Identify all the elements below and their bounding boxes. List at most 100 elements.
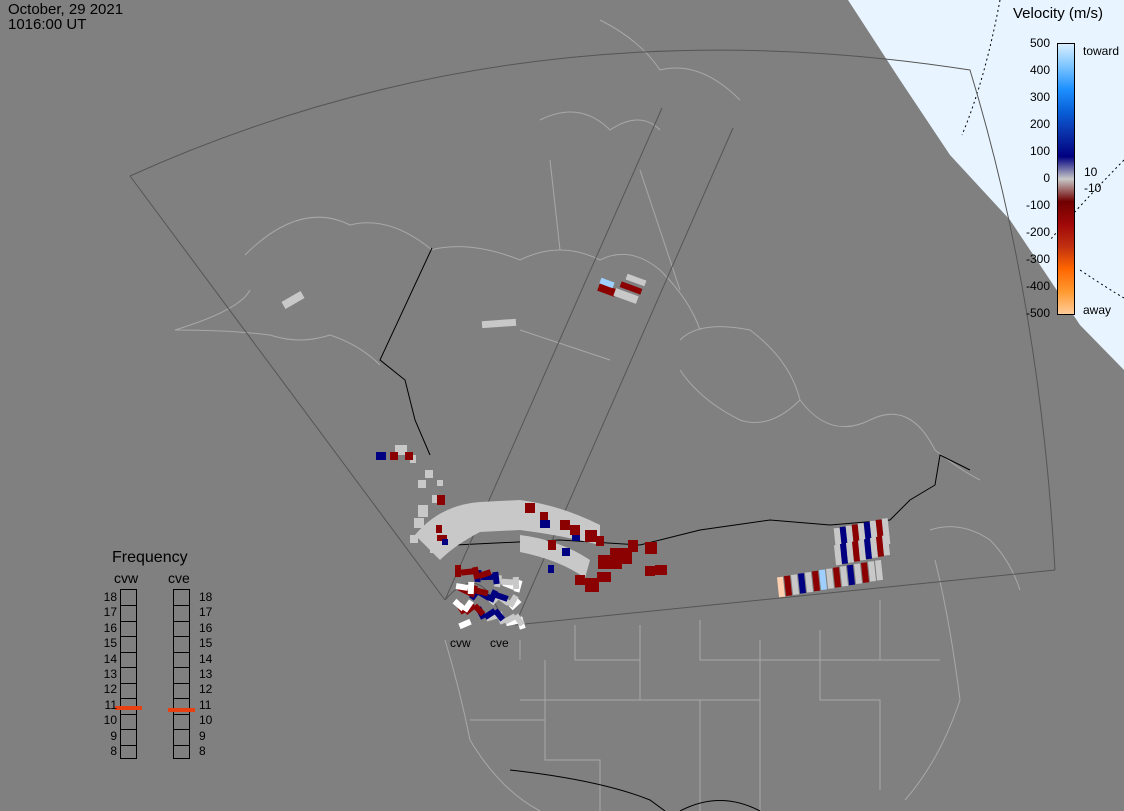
coastlines [174, 19, 1021, 811]
velocity-cell [797, 573, 807, 594]
frequency-level-label: 10 [103, 713, 117, 728]
velocity-cell [585, 578, 599, 592]
velocity-cell [455, 565, 461, 577]
velocity-cell [825, 568, 835, 589]
velocity-cell [572, 535, 580, 541]
frequency-gridline [174, 729, 189, 731]
velocity-cell [585, 530, 597, 542]
velocity-cell [281, 291, 305, 309]
velocity-cell [548, 540, 556, 550]
velocity-cell [436, 525, 442, 533]
velocity-cell [867, 561, 877, 582]
frequency-gridline [121, 620, 136, 622]
velocity-cell [540, 520, 550, 528]
velocity-cell [874, 559, 884, 581]
colorbar-tick-label: 200 [1029, 117, 1050, 131]
frequency-level-label: 8 [199, 744, 206, 759]
frequency-marker-cve [168, 707, 195, 712]
velocity-cell [492, 571, 500, 585]
velocity-cell [832, 567, 842, 588]
frequency-gridline [121, 729, 136, 731]
velocity-cell [548, 565, 554, 573]
frequency-level-label: 18 [199, 589, 213, 604]
frequency-gridline [121, 713, 136, 715]
velocity-cell [575, 575, 585, 585]
velocity-cell [467, 581, 475, 595]
frequency-level-label: 10 [199, 713, 213, 728]
colorbar-title: Velocity (m/s) [1013, 5, 1104, 22]
velocity-cell [458, 618, 472, 630]
velocity-cell [460, 568, 474, 576]
velocity-cell [410, 535, 418, 543]
frequency-level-label: 11 [199, 697, 212, 712]
frequency-level-label: 8 [110, 744, 117, 759]
colorbar-away-label: away [1083, 303, 1112, 317]
velocity-cell [442, 539, 448, 545]
frequency-level-label: 11 [104, 697, 117, 712]
velocity-cell [425, 470, 433, 478]
velocity-cell [390, 452, 398, 460]
frequency-gridline [174, 744, 189, 746]
frequency-level-label: 14 [199, 651, 213, 666]
velocity-cell [437, 480, 443, 486]
velocity-cell [420, 530, 432, 538]
velocity-cell [414, 518, 424, 528]
velocity-cell [776, 576, 786, 598]
colorbar-tick-label: 0 [1043, 171, 1050, 185]
velocity-cell [783, 575, 793, 597]
colorbar-tick-label: 300 [1029, 90, 1050, 104]
velocity-cell [645, 542, 657, 554]
velocity-cell [839, 565, 849, 587]
velocity-cell [481, 318, 517, 329]
velocity-cell [430, 545, 438, 553]
timestamp-time: 1016:00 UT [8, 16, 87, 33]
frequency-title: Frequency [112, 549, 188, 566]
frequency-gridline [174, 620, 189, 622]
frequency-radar-cve: cve [168, 570, 190, 586]
frequency-gridline [121, 698, 136, 700]
velocity-cell [790, 574, 800, 595]
velocity-cell [860, 562, 870, 583]
velocity-cell [655, 565, 667, 575]
colorbar-tick-label: 500 [1029, 36, 1050, 50]
frequency-level-label: 18 [103, 589, 117, 604]
colorbar-tick-label: 400 [1029, 63, 1050, 77]
frequency-level-label: 15 [199, 636, 213, 651]
colorbar-tick-label: -400 [1025, 279, 1050, 293]
velocity-cell [418, 480, 426, 488]
velocity-cell [597, 572, 611, 582]
velocity-cell [376, 452, 386, 460]
velocity-cell [645, 566, 655, 576]
frequency-gridline [174, 698, 189, 700]
frequency-level-label: 12 [199, 682, 213, 697]
colorbar-plus10-label: 10 [1084, 165, 1098, 179]
frequency-gridline [174, 713, 189, 715]
frequency-level-label: 13 [103, 667, 117, 681]
frequency-level-label: 12 [103, 682, 117, 697]
frequency-gridline [174, 682, 189, 684]
velocity-cell [804, 571, 814, 593]
frequency-gridline [121, 605, 136, 607]
frequency-level-label: 13 [199, 667, 213, 681]
frequency-gridline [174, 636, 189, 638]
velocity-cell [500, 578, 514, 586]
frequency-level-label: 14 [103, 651, 117, 666]
colorbar-tick-label: -500 [1025, 306, 1050, 320]
frequency-gridline [174, 651, 189, 653]
frequency-gridline [121, 682, 136, 684]
radar-label-cve: cve [490, 636, 509, 650]
velocity-cell [437, 495, 445, 505]
velocity-cells [281, 273, 891, 630]
frequency-level-label: 15 [103, 636, 117, 651]
velocity-cell [570, 525, 580, 535]
frequency-level-label: 9 [199, 728, 206, 743]
frequency-radar-cvw: cvw [114, 570, 139, 586]
frequency-gridline [121, 744, 136, 746]
frequency-marker-cvw [115, 706, 142, 710]
colorbar-tick-label: 100 [1029, 144, 1050, 158]
velocity-cell [512, 576, 520, 590]
frequency-box-cvw [120, 589, 137, 759]
frequency-level-label: 16 [199, 620, 213, 635]
frequency-level-label: 17 [199, 605, 213, 620]
velocity-cell [418, 505, 428, 517]
